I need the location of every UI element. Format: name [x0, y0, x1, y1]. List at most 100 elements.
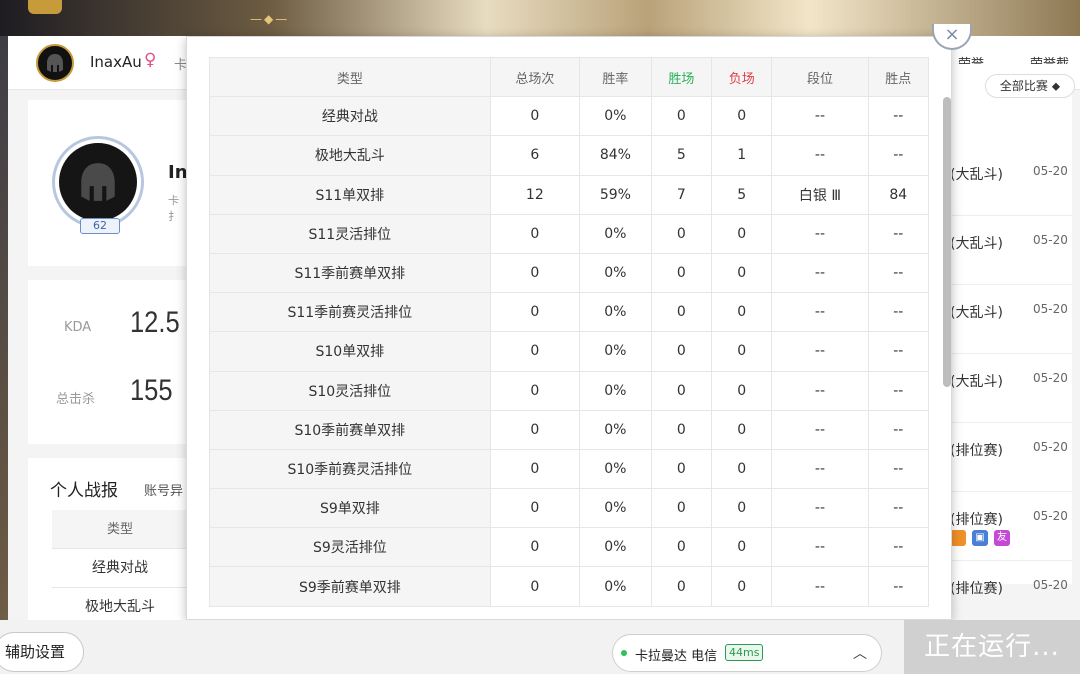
cell-rank: -- — [771, 488, 869, 529]
stats-row: S11灵活排位 0 0% 0 0 -- -- — [209, 213, 930, 254]
match-row[interactable]: (大乱斗) 05-20 — [944, 355, 1072, 423]
cell-rank: -- — [771, 566, 869, 607]
kills-label: 总击杀 — [56, 392, 96, 407]
cell-lp: -- — [867, 370, 930, 411]
profile-card: 62 In 卡扌 — [28, 100, 188, 266]
match-row[interactable]: (大乱斗) 05-20 — [944, 148, 1072, 216]
stats-row: S11季前赛单双排 0 0% 0 0 -- -- — [209, 252, 930, 294]
helmet-icon — [47, 54, 63, 72]
match-type: (排位赛) — [950, 443, 1003, 459]
stats-row: 极地大乱斗 6 84% 5 1 -- -- — [209, 135, 930, 176]
cell-total: 0 — [489, 252, 581, 294]
ping-badge: 44ms — [725, 644, 764, 661]
match-row[interactable]: (大乱斗) 05-20 — [944, 217, 1072, 285]
cell-winrate: 0% — [579, 527, 652, 568]
cell-type: S9季前赛单双排 — [209, 566, 491, 607]
cell-losses: 0 — [711, 370, 773, 411]
stats-row: S10单双排 0 0% 0 0 -- -- — [209, 331, 930, 372]
cell-winrate: 0% — [579, 252, 652, 294]
cell-wins: 0 — [650, 488, 713, 529]
cell-type: S10灵活排位 — [209, 370, 491, 411]
cell-total: 0 — [489, 292, 581, 333]
cell-losses: 0 — [711, 331, 773, 372]
profile-avatar[interactable] — [52, 136, 144, 228]
username: InaxAu — [90, 53, 142, 71]
cell-rank: -- — [771, 409, 869, 450]
cell-lp: -- — [867, 292, 930, 333]
cell-wins: 0 — [650, 527, 713, 568]
cell-type: S10季前赛单双排 — [209, 409, 491, 450]
running-button[interactable]: 正在运行... — [904, 620, 1080, 674]
image-icon: ▣ — [972, 530, 988, 546]
record-row[interactable]: 经典对战 — [52, 549, 188, 588]
stats-row: 经典对战 0 0% 0 0 -- -- — [209, 96, 930, 137]
cell-rank: -- — [771, 331, 869, 372]
cell-wins: 0 — [650, 96, 713, 137]
friend-tag: 友 — [994, 530, 1010, 546]
cell-wins: 0 — [650, 566, 713, 607]
cell-lp: -- — [867, 488, 930, 529]
profile-subtitle: 卡扌 — [168, 194, 179, 223]
header-total: 总场次 — [489, 56, 581, 98]
cell-losses: 0 — [711, 488, 773, 529]
match-type: (排位赛) — [950, 581, 1003, 597]
match-row[interactable]: (大乱斗) 05-20 — [944, 286, 1072, 354]
cell-losses: 0 — [711, 409, 773, 450]
stats-table: 类型 总场次 胜率 胜场 负场 段位 胜点 经典对战 0 0% 0 0 -- -- 极地大乱斗… — [209, 56, 930, 607]
cell-total: 0 — [489, 409, 581, 450]
cell-losses: 0 — [711, 96, 773, 137]
cell-type: S10单双排 — [209, 331, 491, 372]
cell-winrate: 0% — [579, 448, 652, 490]
stats-row: S11单双排 12 59% 7 5 白银 Ⅲ 84 — [209, 174, 930, 215]
kda-value: 12.5 — [130, 306, 180, 339]
level-badge: 62 — [80, 218, 120, 234]
stats-row: S9单双排 0 0% 0 0 -- -- — [209, 488, 930, 529]
match-date: 05-20 — [1033, 164, 1068, 178]
cell-lp: -- — [867, 409, 930, 450]
cell-type: S11灵活排位 — [209, 213, 491, 254]
stats-row: S10季前赛灵活排位 0 0% 0 0 -- -- — [209, 448, 930, 490]
cell-lp: -- — [867, 527, 930, 568]
match-filter-dropdown[interactable]: 全部比赛 ⬥ — [985, 74, 1075, 98]
header-winrate: 胜率 — [579, 56, 652, 98]
avatar[interactable] — [36, 44, 74, 82]
cell-rank: -- — [771, 448, 869, 490]
assist-settings-button[interactable]: 辅助设置 — [0, 632, 84, 672]
server-selector[interactable]: 卡拉曼达 电信 44ms ︿ — [612, 634, 882, 672]
cell-wins: 0 — [650, 448, 713, 490]
cell-lp: -- — [867, 331, 930, 372]
cell-wins: 0 — [650, 292, 713, 333]
scrollbar[interactable] — [943, 97, 951, 387]
cell-lp: -- — [867, 448, 930, 490]
cell-losses: 0 — [711, 448, 773, 490]
cell-total: 6 — [489, 135, 581, 176]
cell-total: 12 — [489, 174, 581, 215]
header-rank: 段位 — [771, 56, 869, 98]
record-filter[interactable]: 账号异 — [144, 480, 183, 499]
cell-total: 0 — [489, 566, 581, 607]
cell-lp: -- — [867, 566, 930, 607]
cell-type: 极地大乱斗 — [209, 135, 491, 176]
match-date: 05-20 — [1033, 233, 1068, 247]
profile-name: In — [168, 162, 188, 183]
cell-winrate: 0% — [579, 488, 652, 529]
cell-losses: 0 — [711, 292, 773, 333]
cell-wins: 5 — [650, 135, 713, 176]
cell-losses: 0 — [711, 527, 773, 568]
server-name: 卡拉曼达 电信 — [635, 649, 718, 664]
cell-winrate: 0% — [579, 370, 652, 411]
match-row[interactable]: (排位赛) 05-20 — [944, 424, 1072, 492]
record-table: 类型 经典对战 极地大乱斗 — [52, 510, 188, 627]
stats-row: S11季前赛灵活排位 0 0% 0 0 -- -- — [209, 292, 930, 333]
cell-winrate: 0% — [579, 331, 652, 372]
match-row[interactable]: (排位赛) 05-20 — [944, 493, 1072, 561]
kills-value: 155 — [130, 374, 173, 407]
stats-row: S9灵活排位 0 0% 0 0 -- -- — [209, 527, 930, 568]
cell-losses: 0 — [711, 252, 773, 294]
cell-wins: 0 — [650, 252, 713, 294]
cell-lp: 84 — [867, 174, 930, 215]
record-card: 个人战报 账号异 类型 经典对战 极地大乱斗 — [28, 458, 188, 627]
header-type: 类型 — [209, 56, 491, 98]
cell-total: 0 — [489, 370, 581, 411]
stats-popup: 类型 总场次 胜率 胜场 负场 段位 胜点 经典对战 0 0% 0 0 -- -- 极地大乱斗… — [186, 36, 952, 620]
